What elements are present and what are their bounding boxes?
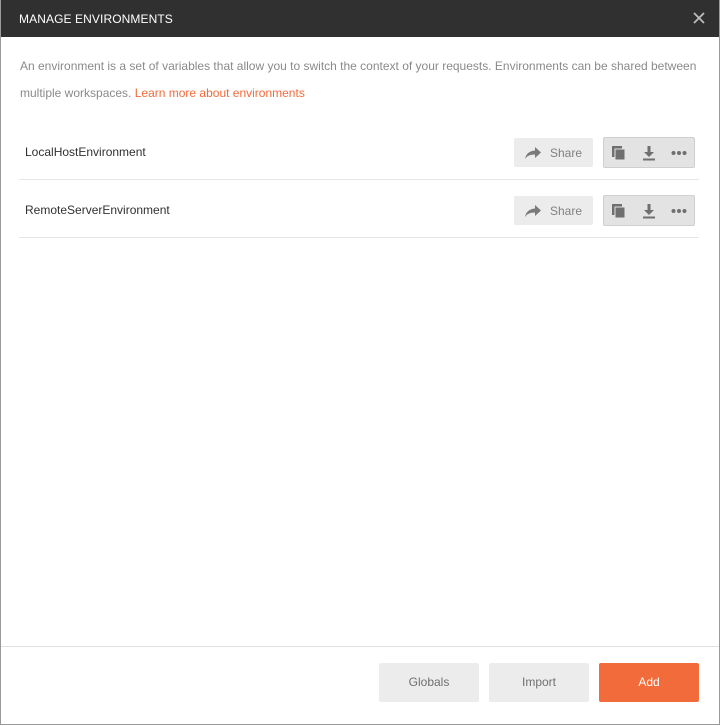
intro-text: An environment is a set of variables tha… — [20, 53, 700, 107]
import-button[interactable]: Import — [489, 663, 589, 702]
share-arrow-icon — [525, 205, 541, 217]
duplicate-icon[interactable] — [604, 196, 634, 225]
dialog-title: MANAGE ENVIRONMENTS — [19, 12, 173, 26]
share-button[interactable]: Share — [514, 196, 593, 225]
environment-row: LocalHostEnvironment Share — [19, 123, 699, 180]
share-arrow-icon — [525, 147, 541, 159]
environment-row: RemoteServerEnvironment Share — [19, 180, 699, 238]
manage-environments-dialog: MANAGE ENVIRONMENTS An environment is a … — [0, 0, 720, 725]
close-icon[interactable] — [691, 10, 707, 26]
environment-name[interactable]: RemoteServerEnvironment — [25, 203, 170, 217]
environment-name[interactable]: LocalHostEnvironment — [25, 145, 146, 159]
add-button[interactable]: Add — [599, 663, 699, 702]
download-icon[interactable] — [634, 138, 664, 167]
globals-button[interactable]: Globals — [379, 663, 479, 702]
download-icon[interactable] — [634, 196, 664, 225]
more-dots-icon[interactable] — [664, 196, 694, 225]
environment-actions — [603, 195, 695, 226]
more-dots-icon[interactable] — [664, 138, 694, 167]
share-label: Share — [550, 204, 583, 218]
duplicate-icon[interactable] — [604, 138, 634, 167]
dialog-footer: Globals Import Add — [1, 646, 719, 725]
environment-actions — [603, 137, 695, 168]
intro-description: An environment is a set of variables tha… — [20, 59, 697, 100]
share-label: Share — [550, 146, 583, 160]
share-button[interactable]: Share — [514, 138, 593, 167]
dialog-header: MANAGE ENVIRONMENTS — [1, 0, 719, 37]
learn-more-link[interactable]: Learn more about environments — [135, 86, 305, 100]
